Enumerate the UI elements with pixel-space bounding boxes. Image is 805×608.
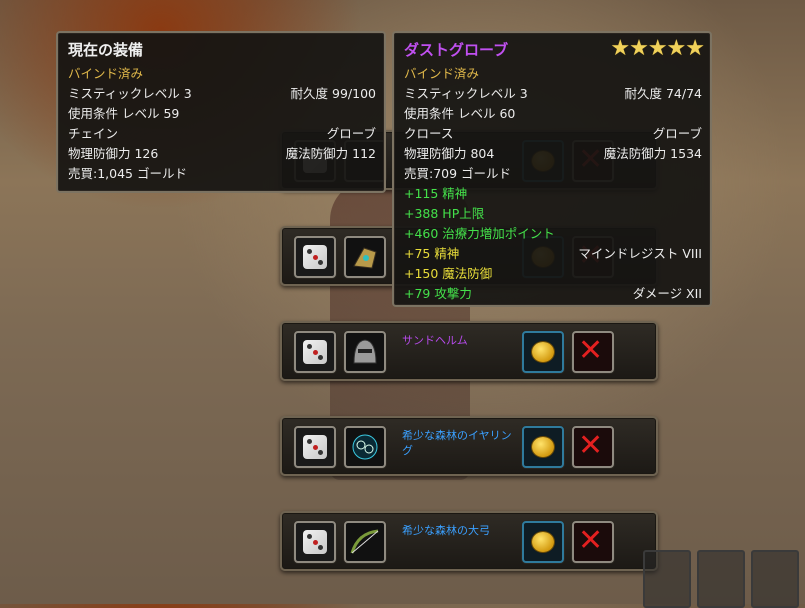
current-equipment-tooltip: 現在の装備 バインド済み ミスティックレベル 3 耐久度 99/100 使用条件… [56,31,386,193]
earring-item-icon[interactable] [344,426,386,468]
bonus-stat: +150 魔法防御 [404,266,493,281]
loot-row-5: 希少な森林の大弓 ✕ [280,511,658,571]
loot-row-3: サンドヘルム ✕ [280,321,658,381]
bind-status: バインド済み [404,66,480,81]
magic-defense: 魔法防御力 1534 [603,146,702,161]
greed-coin-button[interactable] [522,521,564,563]
physical-defense: 物理防御力 126 [68,146,159,161]
roll-dice-button[interactable] [294,236,336,278]
durability: 耐久度 74/74 [624,86,703,101]
physical-defense: 物理防御力 804 [404,146,495,161]
level-requirement: 使用条件 レベル 60 [404,106,516,121]
bonus-stat: +115 精神 [404,186,468,201]
roll-dice-button[interactable] [294,426,336,468]
loot-row-4: 希少な森林のイヤリング ✕ [280,416,658,476]
durability: 耐久度 99/100 [290,86,376,101]
pass-button[interactable]: ✕ [572,521,614,563]
rarity-stars: ★★★★★ [610,36,705,61]
bind-status: バインド済み [68,66,144,81]
tooltip-title: ダストグローブ [404,41,509,59]
bonus-effect: ダメージ XII [632,286,702,301]
item-type: グローブ [652,126,702,141]
sell-price: 売買:709 ゴールド [404,166,512,181]
roll-dice-button[interactable] [294,521,336,563]
bonus-stat: +75 精神 [404,246,460,261]
pass-button[interactable]: ✕ [572,331,614,373]
helmet-item-icon[interactable] [344,331,386,373]
mystic-level: ミスティックレベル 3 [404,86,528,101]
item-tooltip: ダストグローブ ★★★★★ バインド済み ミスティックレベル 3 耐久度 74/… [392,31,712,307]
hotbar-slot[interactable] [751,550,799,608]
hotbar-slot[interactable] [643,550,691,608]
bonus-stat: +388 HP上限 [404,206,485,221]
glove-item-icon[interactable] [344,236,386,278]
greed-coin-button[interactable] [522,331,564,373]
bow-item-icon[interactable] [344,521,386,563]
tooltip-title: 現在の装備 [68,41,144,59]
material: クロース [404,126,454,141]
roll-dice-button[interactable] [294,331,336,373]
bonus-effect: マインドレジスト VIII [578,246,702,261]
bonus-stat: +79 攻撃力 [404,286,472,301]
pass-button[interactable]: ✕ [572,426,614,468]
magic-defense: 魔法防御力 112 [285,146,376,161]
greed-coin-button[interactable] [522,426,564,468]
hotbar-slot[interactable] [697,550,745,608]
item-name[interactable]: 希少な森林の大弓 [402,523,512,538]
item-name[interactable]: 希少な森林のイヤリング [402,428,512,458]
mystic-level: ミスティックレベル 3 [68,86,192,101]
bonus-stat: +460 治療力増加ポイント [404,226,555,241]
sell-price: 売買:1,045 ゴールド [68,166,187,181]
material: チェイン [68,126,119,141]
item-name[interactable]: サンドヘルム [402,333,512,348]
level-requirement: 使用条件 レベル 59 [68,106,180,121]
item-type: グローブ [326,126,376,141]
